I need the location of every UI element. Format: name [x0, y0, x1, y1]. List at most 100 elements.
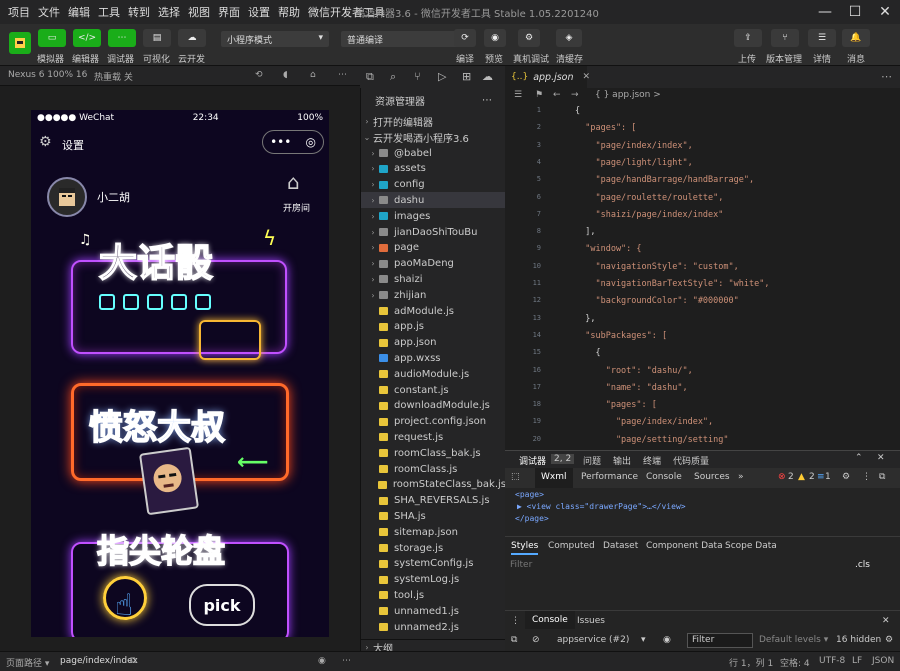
- file-item[interactable]: audioModule.js: [361, 366, 506, 382]
- file-item[interactable]: downloadModule.js: [361, 398, 506, 414]
- menu-view[interactable]: 视图: [188, 4, 210, 20]
- levels-select[interactable]: Default levels ▾: [759, 635, 828, 645]
- folder-item[interactable]: › shaizi: [361, 271, 506, 287]
- folder-item[interactable]: › images: [361, 208, 506, 224]
- forward-arrow-icon[interactable]: →: [571, 90, 579, 100]
- source-control-icon[interactable]: ⑂: [414, 70, 421, 83]
- more-tabs-button[interactable]: »: [738, 472, 744, 482]
- file-item[interactable]: app.wxss: [361, 350, 506, 366]
- styles-filter-input[interactable]: Filter: [510, 560, 532, 570]
- maximize-icon[interactable]: ☐: [840, 0, 870, 24]
- sidebar-toggle-icon[interactable]: ⧉: [511, 635, 517, 645]
- language-mode[interactable]: JSON: [872, 656, 894, 666]
- code-line[interactable]: 5 "page/handBarrage/handBarrage",: [505, 175, 900, 192]
- menu-help[interactable]: 帮助: [278, 4, 300, 20]
- file-item[interactable]: roomClass.js: [361, 461, 506, 477]
- indent-spaces[interactable]: 空格: 4: [780, 656, 810, 669]
- hotreload-select[interactable]: 热重载 关: [94, 70, 133, 83]
- file-item[interactable]: roomClass_bak.js: [361, 445, 506, 461]
- dock-icon[interactable]: ⧉: [879, 472, 885, 482]
- code-line[interactable]: 16 "root": "dashu/",: [505, 366, 900, 383]
- more-icon[interactable]: ⋯: [482, 95, 492, 106]
- simulator-toggle-button[interactable]: ▭: [38, 29, 66, 47]
- file-item[interactable]: systemLog.js: [361, 572, 506, 588]
- file-item[interactable]: app.js: [361, 319, 506, 335]
- context-select[interactable]: appservice (#2): [557, 635, 629, 645]
- extensions-icon[interactable]: ⊞: [462, 70, 471, 83]
- folder-item[interactable]: › assets: [361, 161, 506, 177]
- wxml-line[interactable]: </page>: [515, 514, 549, 523]
- copy-icon[interactable]: ⧉: [130, 656, 136, 666]
- menu-interface[interactable]: 界面: [218, 4, 240, 20]
- menu-edit[interactable]: 编辑: [68, 4, 90, 20]
- settings-label[interactable]: 设置: [62, 137, 84, 153]
- tab-dataset[interactable]: Dataset: [603, 541, 638, 551]
- compile-select[interactable]: 普通编译▾: [341, 31, 471, 47]
- more-icon[interactable]: •••: [270, 135, 291, 149]
- file-item[interactable]: project.config.json: [361, 414, 506, 430]
- code-line[interactable]: 12 "backgroundColor": "#000000": [505, 296, 900, 313]
- code-line[interactable]: 20 "page/setting/setting": [505, 435, 900, 447]
- remote-debug-button[interactable]: ⚙: [518, 29, 540, 47]
- more-icon[interactable]: ⋯: [338, 70, 347, 80]
- code-line[interactable]: 6 "page/roulette/roulette",: [505, 193, 900, 210]
- editor-toggle-button[interactable]: </>: [73, 29, 101, 47]
- eye-icon[interactable]: ◉: [318, 656, 326, 666]
- menu-file[interactable]: 文件: [38, 4, 60, 20]
- file-item[interactable]: unnamed2.js: [361, 619, 506, 635]
- cloud-dev-button[interactable]: ☁: [178, 29, 206, 47]
- clear-console-icon[interactable]: ⊘: [532, 635, 540, 645]
- menu-goto[interactable]: 转到: [128, 4, 150, 20]
- file-item[interactable]: tool.js: [361, 587, 506, 603]
- tab-console[interactable]: Console: [646, 472, 682, 482]
- back-arrow-icon[interactable]: ←: [553, 90, 561, 100]
- encoding[interactable]: UTF-8: [819, 656, 845, 666]
- tab-app-json[interactable]: {..} app.json ✕: [505, 66, 590, 88]
- cursor-position[interactable]: 行 1，列 1: [729, 656, 773, 669]
- capsule-menu[interactable]: ••• ◎: [262, 130, 324, 154]
- eye-icon[interactable]: ◉: [663, 635, 671, 645]
- menu-select[interactable]: 选择: [158, 4, 180, 20]
- inspect-icon[interactable]: ⬚: [511, 472, 520, 482]
- folder-item[interactable]: › page: [361, 240, 506, 256]
- close-icon[interactable]: ✕: [882, 616, 890, 626]
- files-icon[interactable]: ⧉: [366, 70, 374, 84]
- file-item[interactable]: storage.js: [361, 540, 506, 556]
- code-line[interactable]: 8 ],: [505, 227, 900, 244]
- minimize-icon[interactable]: —: [810, 0, 840, 24]
- cloud-icon[interactable]: ☁: [482, 70, 493, 83]
- debug-icon[interactable]: ▷: [438, 70, 446, 83]
- tab-output[interactable]: 输出: [613, 454, 631, 467]
- volume-icon[interactable]: ◖: [283, 70, 288, 80]
- code-line[interactable]: 11 "navigationBarTextStyle": "white",: [505, 279, 900, 296]
- preview-button[interactable]: ◉: [484, 29, 506, 47]
- open-room-label[interactable]: 开房间: [283, 201, 310, 214]
- gear-icon[interactable]: ⚙: [885, 635, 893, 645]
- code-line[interactable]: 15 {: [505, 348, 900, 365]
- close-icon[interactable]: ✕: [877, 453, 885, 463]
- tab-wxml[interactable]: Wxml: [535, 468, 573, 488]
- cls-toggle[interactable]: .cls: [855, 560, 870, 570]
- house-icon[interactable]: ⌂: [287, 170, 300, 194]
- code-line[interactable]: 2 "pages": [: [505, 123, 900, 140]
- console-filter-input[interactable]: Filter: [687, 633, 753, 648]
- close-icon[interactable]: ✕: [870, 0, 900, 24]
- file-item[interactable]: app.json: [361, 335, 506, 351]
- kebab-icon[interactable]: ⋮: [511, 616, 520, 626]
- file-item[interactable]: request.js: [361, 429, 506, 445]
- upload-button[interactable]: ⇪: [734, 29, 762, 47]
- code-line[interactable]: 9 "window": {: [505, 244, 900, 261]
- user-avatar[interactable]: [47, 177, 87, 217]
- folder-item[interactable]: › jianDaoShiTouBu: [361, 224, 506, 240]
- details-button[interactable]: ☰: [808, 29, 836, 47]
- version-button[interactable]: ⑂: [771, 29, 799, 47]
- file-item[interactable]: sitemap.json: [361, 524, 506, 540]
- tab-scope-data[interactable]: Scope Data: [725, 541, 777, 551]
- clear-cache-button[interactable]: ◈: [556, 29, 582, 47]
- visual-toggle-button[interactable]: ▤: [143, 29, 171, 47]
- wxml-line[interactable]: <page>: [515, 490, 544, 499]
- rotate-icon[interactable]: ⟲: [255, 70, 263, 80]
- open-editors-section[interactable]: › 打开的编辑器: [361, 113, 506, 129]
- folder-item[interactable]: › dashu: [361, 192, 506, 209]
- nav-left-icon[interactable]: ☰: [514, 90, 522, 100]
